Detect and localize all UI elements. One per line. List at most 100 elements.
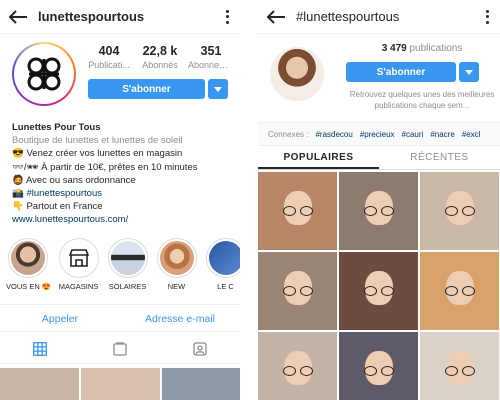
photo-thumbnail[interactable]: [258, 172, 337, 250]
stat-followers[interactable]: 22,8 k Abonnés: [137, 44, 183, 70]
hashtag-follow-row: S'abonner: [346, 62, 479, 82]
glasses-icon: [282, 286, 313, 297]
publications-number: 3 479: [381, 43, 407, 54]
photo-thumbnail[interactable]: [258, 252, 337, 330]
more-options-icon[interactable]: [222, 8, 232, 26]
publications-count: 3 479 publications: [342, 43, 500, 54]
stat-following-label: Abonnem...: [188, 60, 234, 70]
profile-posts-preview: [0, 368, 240, 400]
publications-label: publications: [409, 43, 463, 54]
stat-following[interactable]: 351 Abonnem...: [188, 44, 234, 70]
hashtag-photo-grid: [258, 172, 500, 400]
tab-top-posts[interactable]: POPULAIRES: [258, 148, 379, 169]
highlight-label: VOUS EN 😍: [6, 282, 50, 291]
bio-line: 👇 Partout en France: [12, 201, 103, 213]
follow-button[interactable]: S'abonner: [88, 79, 205, 99]
highlight-label: LE C: [217, 282, 234, 291]
highlight-thumbnail: [11, 241, 45, 275]
bio-line: 🧔 Avec ou sans ordonnance: [12, 174, 136, 186]
highlight-magasins[interactable]: MAGASINS: [58, 238, 99, 291]
related-label: Connexes :: [268, 129, 309, 139]
related-hashtag[interactable]: #precieux: [360, 130, 395, 139]
suggestions-dropdown-button[interactable]: [208, 79, 228, 99]
highlight-label: SOLAIRES: [108, 282, 147, 291]
chevron-down-icon: [214, 86, 222, 92]
highlight-label: MAGASINS: [58, 282, 99, 291]
glasses-icon: [444, 286, 475, 297]
profile-username: lunettespourtous: [38, 9, 145, 24]
related-hashtag[interactable]: #cauri: [402, 130, 424, 139]
back-arrow-icon[interactable]: [266, 6, 288, 28]
highlight-solaires[interactable]: SOLAIRES: [107, 238, 148, 291]
highlight-thumbnail: [159, 241, 194, 275]
photo-thumbnail[interactable]: [339, 172, 418, 250]
grid-icon: [33, 341, 47, 356]
photo-thumbnail[interactable]: [339, 332, 418, 400]
stat-posts[interactable]: 404 Publicati...: [86, 44, 132, 70]
post-thumbnail[interactable]: [162, 368, 240, 400]
photo-thumbnail[interactable]: [258, 332, 337, 400]
tab-grid[interactable]: [0, 334, 80, 363]
back-arrow-icon[interactable]: [8, 6, 30, 28]
profile-stats: 404 Publicati... 22,8 k Abonnés 351 Abon…: [86, 44, 234, 70]
glasses-icon: [282, 206, 313, 217]
igtv-icon: [113, 341, 127, 356]
related-hashtag[interactable]: #rasdecou: [315, 130, 352, 139]
hashtag-dropdown-button[interactable]: [459, 62, 479, 82]
stat-followers-label: Abonnés: [142, 60, 178, 70]
hashtag-avatar: [270, 47, 324, 101]
photo-thumbnail[interactable]: [339, 252, 418, 330]
photo-thumbnail[interactable]: [420, 252, 499, 330]
bio-line: 😎 Venez créer vos lunettes en magasin: [12, 148, 183, 160]
glasses-icon: [444, 206, 475, 217]
hashtag-title: #lunettespourtous: [296, 9, 400, 24]
stat-followers-count: 22,8 k: [142, 44, 178, 58]
bio-hashtag-link[interactable]: #lunettespourtous: [26, 188, 102, 199]
highlight-vous-en[interactable]: VOUS EN 😍: [6, 238, 50, 291]
photo-thumbnail[interactable]: [420, 332, 499, 400]
tab-recent-posts[interactable]: RÉCENTES: [379, 148, 500, 169]
glasses-icon: [444, 366, 475, 377]
glasses-icon: [363, 206, 394, 217]
highlight-le-c[interactable]: LE C: [205, 238, 240, 291]
related-hashtags: Connexes : #rasdecou #precieux #cauri #n…: [258, 122, 500, 146]
email-button[interactable]: Adresse e-mail: [120, 305, 240, 331]
related-hashtag[interactable]: #nacre: [430, 130, 454, 139]
stat-following-count: 351: [200, 44, 222, 58]
profile-tabs: [0, 334, 240, 364]
hashtag-tabs: POPULAIRES RÉCENTES: [258, 148, 500, 170]
highlight-new[interactable]: NEW: [156, 238, 197, 291]
post-thumbnail[interactable]: [81, 368, 160, 400]
stat-posts-count: 404: [98, 44, 120, 58]
profile-category: Boutique de lunettes et lunettes de sole…: [12, 135, 183, 147]
story-highlights: VOUS EN 😍 MAGASINS SOLAIRES NEW LE C: [6, 238, 240, 291]
profile-top-bar: lunettespourtous: [0, 0, 240, 34]
profile-avatar[interactable]: [12, 42, 76, 106]
camera-emoji: 📸: [12, 188, 27, 200]
post-thumbnail[interactable]: [0, 368, 79, 400]
tab-tagged[interactable]: [160, 334, 240, 363]
website-link[interactable]: www.lunettespourtous.com/: [12, 213, 238, 226]
related-hashtag[interactable]: #excl: [462, 130, 481, 139]
bio-line: 👓/🕶 À partir de 10€, prêtes en 10 minute…: [12, 161, 198, 173]
glasses-icon: [363, 366, 394, 377]
glasses-icon: [363, 286, 394, 297]
stat-posts-label: Publicati...: [88, 60, 130, 70]
contact-actions: Appeler Adresse e-mail: [0, 304, 240, 332]
profile-follow-row: S'abonner: [88, 79, 228, 99]
highlight-label: NEW: [167, 282, 186, 291]
profile-bio: Lunettes Pour Tous Boutique de lunettes …: [12, 121, 238, 227]
more-options-icon[interactable]: [482, 8, 492, 26]
call-button[interactable]: Appeler: [0, 305, 120, 331]
profile-name: Lunettes Pour Tous: [12, 122, 101, 133]
store-icon: [61, 241, 96, 275]
hashtag-top-bar: #lunettespourtous: [258, 0, 500, 34]
bio-line-hashtag: 📸 #lunettespourtous: [12, 187, 238, 200]
tagged-icon: [193, 341, 207, 356]
brand-logo-icon: [17, 47, 71, 101]
photo-thumbnail[interactable]: [420, 172, 499, 250]
follow-hashtag-button[interactable]: S'abonner: [346, 62, 456, 82]
profile-screen: lunettespourtous 404 Publicati... 22,8 k…: [0, 0, 240, 400]
tab-igtv[interactable]: [80, 334, 160, 363]
hashtag-description: Retrouvez quelques unes des meilleures p…: [349, 90, 495, 110]
